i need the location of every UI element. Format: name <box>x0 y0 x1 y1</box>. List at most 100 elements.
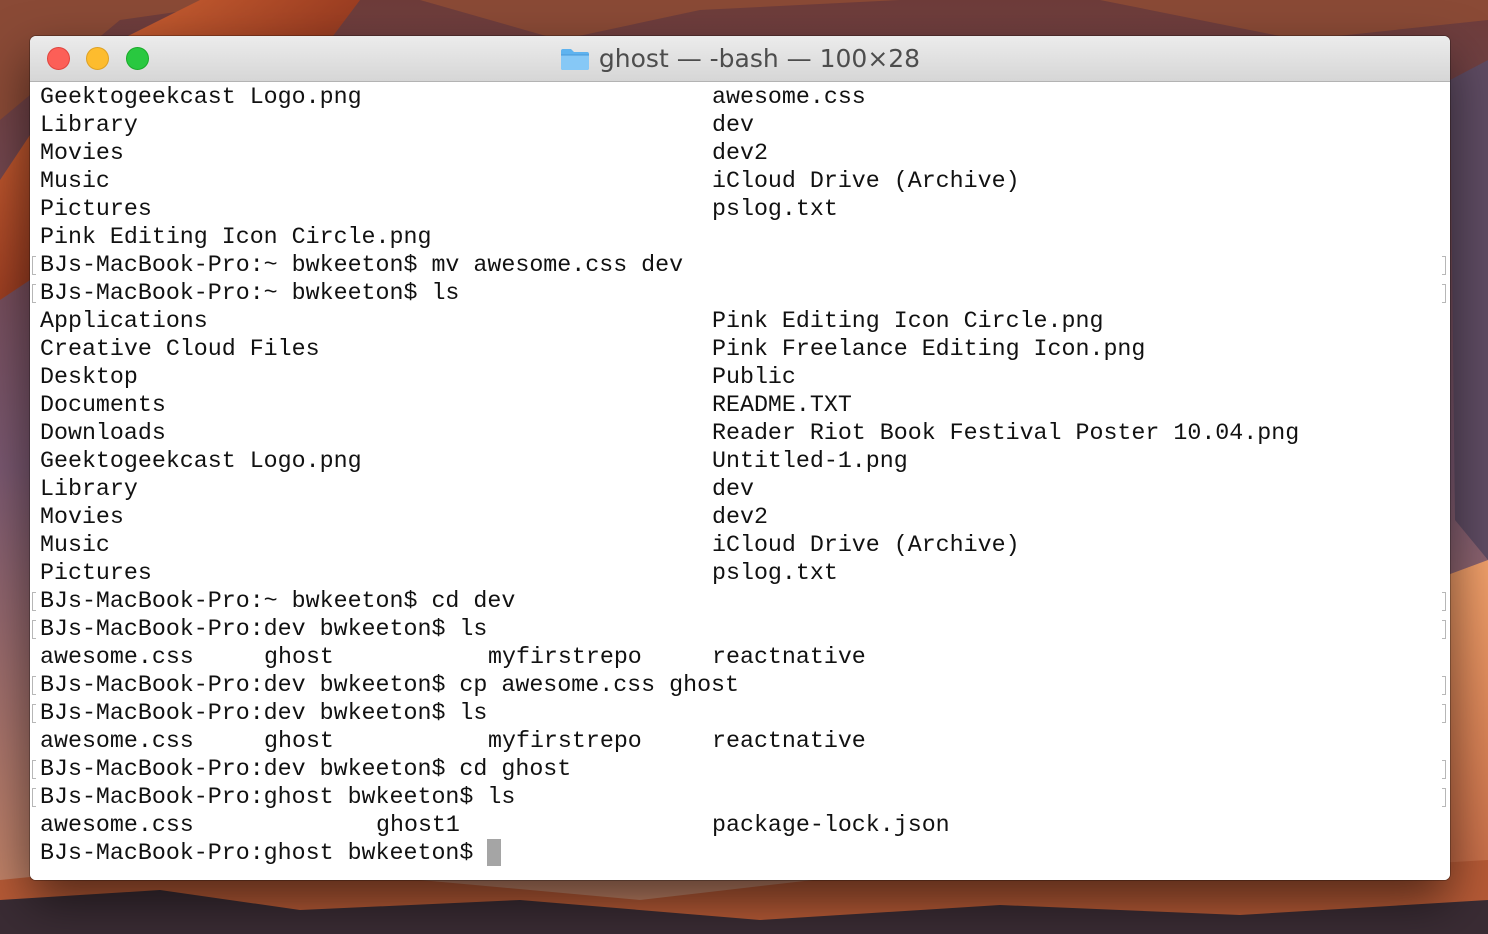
command-line: BJs-MacBook-Pro:~ bwkeeton$ mv awesome.c… <box>32 251 1446 279</box>
output-entry: ghost1 <box>376 812 460 838</box>
output-line: Downloads Reader Riot Book Festival Poste… <box>40 419 1440 447</box>
output-entry: Geektogeekcast Logo.png <box>40 84 362 110</box>
output-entry: Documents <box>40 392 166 418</box>
title-bar[interactable]: ghost — -bash — 100×28 <box>30 36 1450 82</box>
output-line: Documents README.TXT <box>40 391 1440 419</box>
command-line: BJs-MacBook-Pro:dev bwkeeton$ cp awesome… <box>32 671 1446 699</box>
output-entry: Reader Riot Book Festival Poster 10.04.p… <box>712 420 1300 446</box>
command-text: BJs-MacBook-Pro:dev bwkeeton$ ls <box>40 616 488 642</box>
prompt-mark-left <box>32 284 36 303</box>
command-text: BJs-MacBook-Pro:dev bwkeeton$ ls <box>40 700 488 726</box>
output-line: Music iCloud Drive (Archive) <box>40 531 1440 559</box>
command-text: BJs-MacBook-Pro:dev bwkeeton$ cd ghost <box>40 756 572 782</box>
output-entry: README.TXT <box>712 392 852 418</box>
output-entry: pslog.txt <box>712 196 838 222</box>
output-entry: Public <box>712 364 796 390</box>
output-entry: Geektogeekcast Logo.png <box>40 448 362 474</box>
output-line: awesome.css ghost myfirstrepo reactnative <box>40 727 1440 755</box>
command-line: BJs-MacBook-Pro:ghost bwkeeton$ ls <box>32 783 1446 811</box>
output-entry: Pictures <box>40 560 152 586</box>
prompt-mark-left <box>32 760 36 779</box>
output-line: Movies dev2 <box>40 139 1440 167</box>
command-line: BJs-MacBook-Pro:dev bwkeeton$ cd ghost <box>32 755 1446 783</box>
prompt-mark-right <box>1442 284 1446 303</box>
output-entry: awesome.css <box>712 84 866 110</box>
output-entry: ghost <box>264 728 334 754</box>
prompt-mark-left <box>32 788 36 807</box>
output-entry: iCloud Drive (Archive) <box>712 168 1020 194</box>
command-line: BJs-MacBook-Pro:~ bwkeeton$ cd dev <box>32 587 1446 615</box>
output-entry: Pink Editing Icon Circle.png <box>712 308 1104 334</box>
prompt-mark-left <box>32 256 36 275</box>
command-line: BJs-MacBook-Pro:~ bwkeeton$ ls <box>32 279 1446 307</box>
prompt-mark-right <box>1442 620 1446 639</box>
output-entry: Applications <box>40 308 208 334</box>
active-prompt-line[interactable]: BJs-MacBook-Pro:ghost bwkeeton$ <box>40 839 1440 867</box>
output-entry: ghost <box>264 644 334 670</box>
prompt-mark-right <box>1442 788 1446 807</box>
output-entry: awesome.css <box>40 728 194 754</box>
prompt-mark-right <box>1442 704 1446 723</box>
prompt-mark-left <box>32 620 36 639</box>
output-entry: reactnative <box>712 728 866 754</box>
output-entry: Library <box>40 476 138 502</box>
output-entry: Music <box>40 168 110 194</box>
output-entry: awesome.css <box>40 812 194 838</box>
prompt-mark-right <box>1442 760 1446 779</box>
output-line: Movies dev2 <box>40 503 1440 531</box>
prompt-mark-right <box>1442 676 1446 695</box>
folder-icon <box>560 47 590 71</box>
output-line: Creative Cloud Files Pink Freelance Editi… <box>40 335 1440 363</box>
command-text: BJs-MacBook-Pro:~ bwkeeton$ mv awesome.c… <box>40 252 684 278</box>
command-line: BJs-MacBook-Pro:dev bwkeeton$ ls <box>32 699 1446 727</box>
output-entry: dev2 <box>712 140 768 166</box>
output-line: Desktop Public <box>40 363 1440 391</box>
command-text: BJs-MacBook-Pro:~ bwkeeton$ ls <box>40 280 460 306</box>
output-line: Library dev <box>40 111 1440 139</box>
output-entry: package-lock.json <box>712 812 950 838</box>
prompt-mark-right <box>1442 592 1446 611</box>
output-line: awesome.css ghost1 package-lock.json <box>40 811 1440 839</box>
output-line: Pictures pslog.txt <box>40 559 1440 587</box>
terminal-window: ghost — -bash — 100×28 Geektogeekcast Lo… <box>30 36 1450 880</box>
output-entry: Music <box>40 532 110 558</box>
output-entry: Movies <box>40 504 124 530</box>
title-container: ghost — -bash — 100×28 <box>30 36 1450 81</box>
terminal-content[interactable]: Geektogeekcast Logo.png awesome.css Librar… <box>30 82 1450 880</box>
output-entry: Untitled-1.png <box>712 448 908 474</box>
output-line: Geektogeekcast Logo.png awesome.css <box>40 83 1440 111</box>
prompt-mark-right <box>1442 256 1446 275</box>
command-line: BJs-MacBook-Pro:dev bwkeeton$ ls <box>32 615 1446 643</box>
output-entry: myfirstrepo <box>488 728 642 754</box>
output-entry: awesome.css <box>40 644 194 670</box>
output-line: Pink Editing Icon Circle.png <box>40 223 1440 251</box>
output-line: awesome.css ghost myfirstrepo reactnative <box>40 643 1440 671</box>
prompt-mark-left <box>32 704 36 723</box>
output-entry: Movies <box>40 140 124 166</box>
window-title: ghost — -bash — 100×28 <box>598 44 921 73</box>
output-entry: myfirstrepo <box>488 644 642 670</box>
output-entry: dev <box>712 476 754 502</box>
command-text: BJs-MacBook-Pro:dev bwkeeton$ cp awesome… <box>40 672 740 698</box>
output-line: Pictures pslog.txt <box>40 195 1440 223</box>
command-text: BJs-MacBook-Pro:~ bwkeeton$ cd dev <box>40 588 516 614</box>
output-entry: Pink Freelance Editing Icon.png <box>712 336 1146 362</box>
text-cursor <box>487 839 502 866</box>
output-entry: Pink Editing Icon Circle.png <box>40 224 432 250</box>
output-entry: Pictures <box>40 196 152 222</box>
output-line: Geektogeekcast Logo.png Untitled-1.png <box>40 447 1440 475</box>
output-entry: Library <box>40 112 138 138</box>
prompt-text: BJs-MacBook-Pro:ghost bwkeeton$ <box>40 840 488 866</box>
output-entry: reactnative <box>712 644 866 670</box>
output-entry: pslog.txt <box>712 560 838 586</box>
output-entry: dev2 <box>712 504 768 530</box>
output-entry: Desktop <box>40 364 138 390</box>
command-text: BJs-MacBook-Pro:ghost bwkeeton$ ls <box>40 784 516 810</box>
output-line: Music iCloud Drive (Archive) <box>40 167 1440 195</box>
output-entry: Downloads <box>40 420 166 446</box>
prompt-mark-left <box>32 592 36 611</box>
output-entry: Creative Cloud Files <box>40 336 320 362</box>
output-line: Library dev <box>40 475 1440 503</box>
output-entry: iCloud Drive (Archive) <box>712 532 1020 558</box>
prompt-mark-left <box>32 676 36 695</box>
